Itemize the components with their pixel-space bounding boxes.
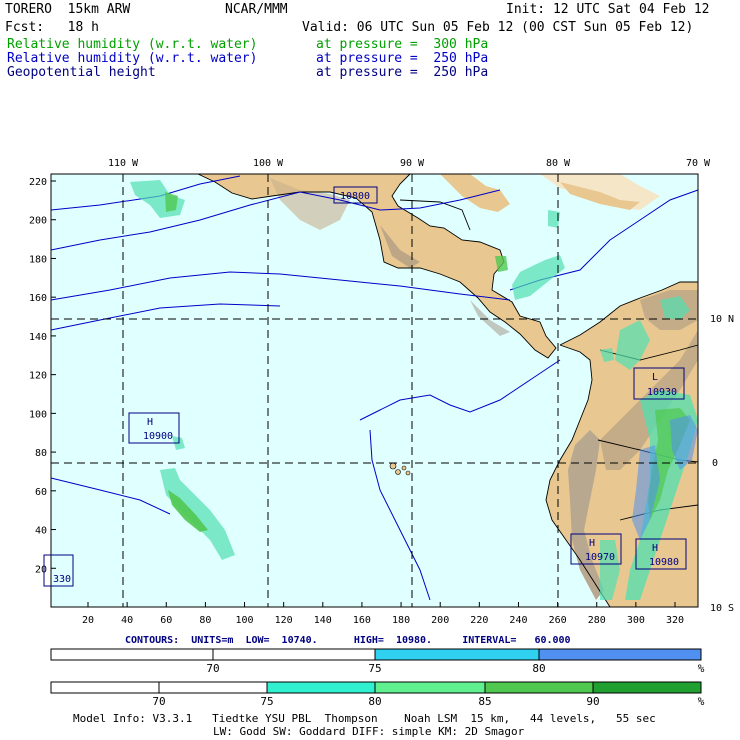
y-tick-label: 80	[35, 448, 47, 459]
svg-text:H: H	[147, 417, 153, 428]
svg-text:10970: 10970	[585, 552, 615, 563]
cb2-label-85: 85	[478, 695, 491, 708]
x-tick-label: 160	[353, 615, 371, 626]
x-tick-label: 180	[392, 615, 410, 626]
cb1-label-75: 75	[368, 662, 381, 675]
contour-info: CONTOURS: UNITS=m LOW= 10740. HIGH= 1098…	[125, 635, 571, 646]
y-tick-label: 200	[29, 216, 47, 227]
model-info-line1: Model Info: V3.3.1 Tiedtke YSU PBL Thomp…	[73, 712, 656, 725]
svg-text:H: H	[589, 538, 595, 549]
colorbar-rh-250: 70 75 80 %	[50, 648, 705, 675]
cb1-label-80: 80	[532, 662, 545, 675]
y-tick-label: 160	[29, 293, 47, 304]
x-tick-label: 100	[236, 615, 254, 626]
cb2-unit: %	[698, 695, 705, 708]
lat-label-10n: 10 N	[710, 314, 734, 325]
lat-label-0: 0	[712, 458, 718, 469]
lat-label-10s: 10 S	[710, 603, 734, 614]
cb1-label-70: 70	[206, 662, 219, 675]
cb2-label-75: 75	[260, 695, 273, 708]
svg-text:10980: 10980	[649, 557, 679, 568]
svg-text:330: 330	[53, 574, 71, 585]
cb2-label-70: 70	[152, 695, 165, 708]
model-info-line2: LW: Godd SW: Goddard DIFF: simple KM: 2D…	[213, 725, 525, 738]
colorbar-rh-300: 70 75 80 85 90 %	[50, 681, 705, 708]
y-tick-label: 20	[35, 564, 47, 575]
x-tick-label: 40	[121, 615, 133, 626]
y-tick-label: 140	[29, 332, 47, 343]
svg-text:H: H	[652, 543, 658, 554]
cb2-label-80: 80	[368, 695, 381, 708]
svg-text:10800: 10800	[340, 191, 370, 202]
x-tick-label: 300	[627, 615, 645, 626]
x-tick-label: 60	[160, 615, 172, 626]
y-tick-label: 220	[29, 177, 47, 188]
svg-text:L: L	[652, 372, 658, 383]
svg-text:10930: 10930	[647, 387, 677, 398]
weather-map: 220 200 180 160 140 120 100 80 60 40 20 20 40 60 80 10…	[29, 158, 734, 708]
lon-label-70w: 70 W	[686, 158, 711, 169]
x-tick-label: 280	[588, 615, 606, 626]
x-tick-label: 200	[431, 615, 449, 626]
lon-label-110w: 110 W	[108, 158, 139, 169]
x-tick-label: 320	[666, 615, 684, 626]
cb2-label-90: 90	[586, 695, 599, 708]
lon-label-100w: 100 W	[253, 158, 284, 169]
x-tick-label: 220	[470, 615, 488, 626]
x-tick-label: 260	[549, 615, 567, 626]
x-tick-label: 240	[509, 615, 527, 626]
x-tick-label: 120	[275, 615, 293, 626]
x-tick-label: 140	[314, 615, 332, 626]
y-tick-label: 40	[35, 526, 47, 537]
lon-label-90w: 90 W	[400, 158, 425, 169]
cb1-unit: %	[698, 662, 705, 675]
x-tick-label: 20	[82, 615, 94, 626]
y-tick-label: 60	[35, 487, 47, 498]
svg-text:10900: 10900	[143, 431, 173, 442]
y-tick-label: 120	[29, 371, 47, 382]
lon-label-80w: 80 W	[546, 158, 571, 169]
y-tick-label: 100	[29, 409, 47, 420]
y-tick-label: 180	[29, 254, 47, 265]
x-tick-label: 80	[199, 615, 211, 626]
